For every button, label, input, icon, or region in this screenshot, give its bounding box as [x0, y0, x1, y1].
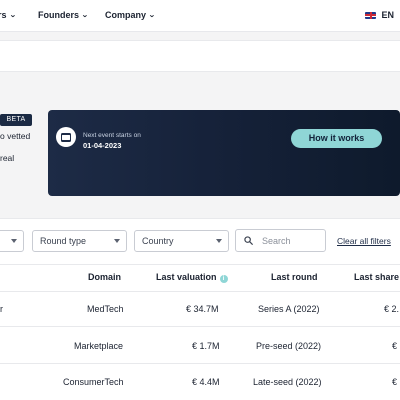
event-banner [48, 110, 400, 196]
last-valuation-label: Last valuation [156, 272, 217, 282]
language-label: EN [381, 10, 394, 20]
round-cell: Pre-seed (2022) [256, 341, 322, 351]
share-cell: € [392, 377, 398, 387]
nav-company-dropdown[interactable]: Company ⌄ [105, 10, 155, 20]
nav-founders-label: Founders [38, 10, 80, 20]
event-date: 01-04-2023 [83, 141, 122, 150]
table-divider [0, 326, 400, 327]
row-partial-cell: r [0, 304, 3, 314]
info-icon[interactable]: i [219, 275, 228, 283]
dropdown-arrow-icon [216, 239, 222, 243]
table-divider [0, 363, 400, 364]
column-header-domain[interactable]: Domain [88, 272, 121, 282]
country-select[interactable]: Country [134, 230, 229, 252]
share-cell: € [392, 341, 398, 351]
dropdown-arrow-icon [114, 239, 120, 243]
how-it-works-button[interactable]: How it works [291, 129, 382, 148]
column-header-last-valuation[interactable]: Last valuation i [156, 272, 228, 283]
chevron-down-icon: ⌄ [81, 12, 89, 19]
dropdown-arrow-icon [11, 239, 17, 243]
secondary-band [0, 40, 400, 72]
top-navigation: rs ⌄ Founders ⌄ Company ⌄ EN [0, 0, 400, 32]
event-label: Next event starts on [83, 132, 141, 139]
search-field[interactable] [235, 229, 326, 252]
chevron-down-icon: ⌄ [8, 12, 16, 19]
calendar-icon [56, 127, 76, 147]
round-type-label: Round type [40, 236, 87, 246]
beta-badge: BETA [0, 114, 32, 126]
round-cell: Series A (2022) [258, 304, 320, 314]
hero-text-line1: o vetted [0, 131, 31, 141]
nav-investors-label: rs [0, 10, 7, 20]
search-input[interactable] [262, 234, 322, 247]
nav-company-label: Company [105, 10, 147, 20]
table-divider [0, 291, 400, 292]
search-icon [244, 236, 253, 245]
filter-select-first[interactable] [0, 230, 24, 252]
hero-text-line2: real [0, 153, 15, 163]
domain-cell: ConsumerTech [63, 377, 124, 387]
column-header-last-share[interactable]: Last share [354, 272, 399, 282]
valuation-cell: € 34.7M [186, 304, 219, 314]
share-cell: € 2. [384, 304, 400, 314]
domain-cell: Marketplace [74, 341, 124, 351]
round-type-select[interactable]: Round type [32, 230, 127, 252]
valuation-cell: € 4.4M [192, 377, 220, 387]
domain-cell: MedTech [87, 304, 124, 314]
column-header-last-round[interactable]: Last round [271, 272, 318, 282]
clear-all-filters-link[interactable]: Clear all filters [337, 236, 391, 246]
round-cell: Late-seed (2022) [253, 377, 322, 387]
nav-founders-dropdown[interactable]: Founders ⌄ [38, 10, 88, 20]
uk-flag-icon [365, 11, 377, 19]
valuation-cell: € 1.7M [192, 341, 220, 351]
country-label: Country [142, 236, 174, 246]
chevron-down-icon: ⌄ [148, 12, 156, 19]
language-selector[interactable]: EN [365, 10, 394, 20]
nav-investors-dropdown[interactable]: rs ⌄ [0, 10, 16, 20]
